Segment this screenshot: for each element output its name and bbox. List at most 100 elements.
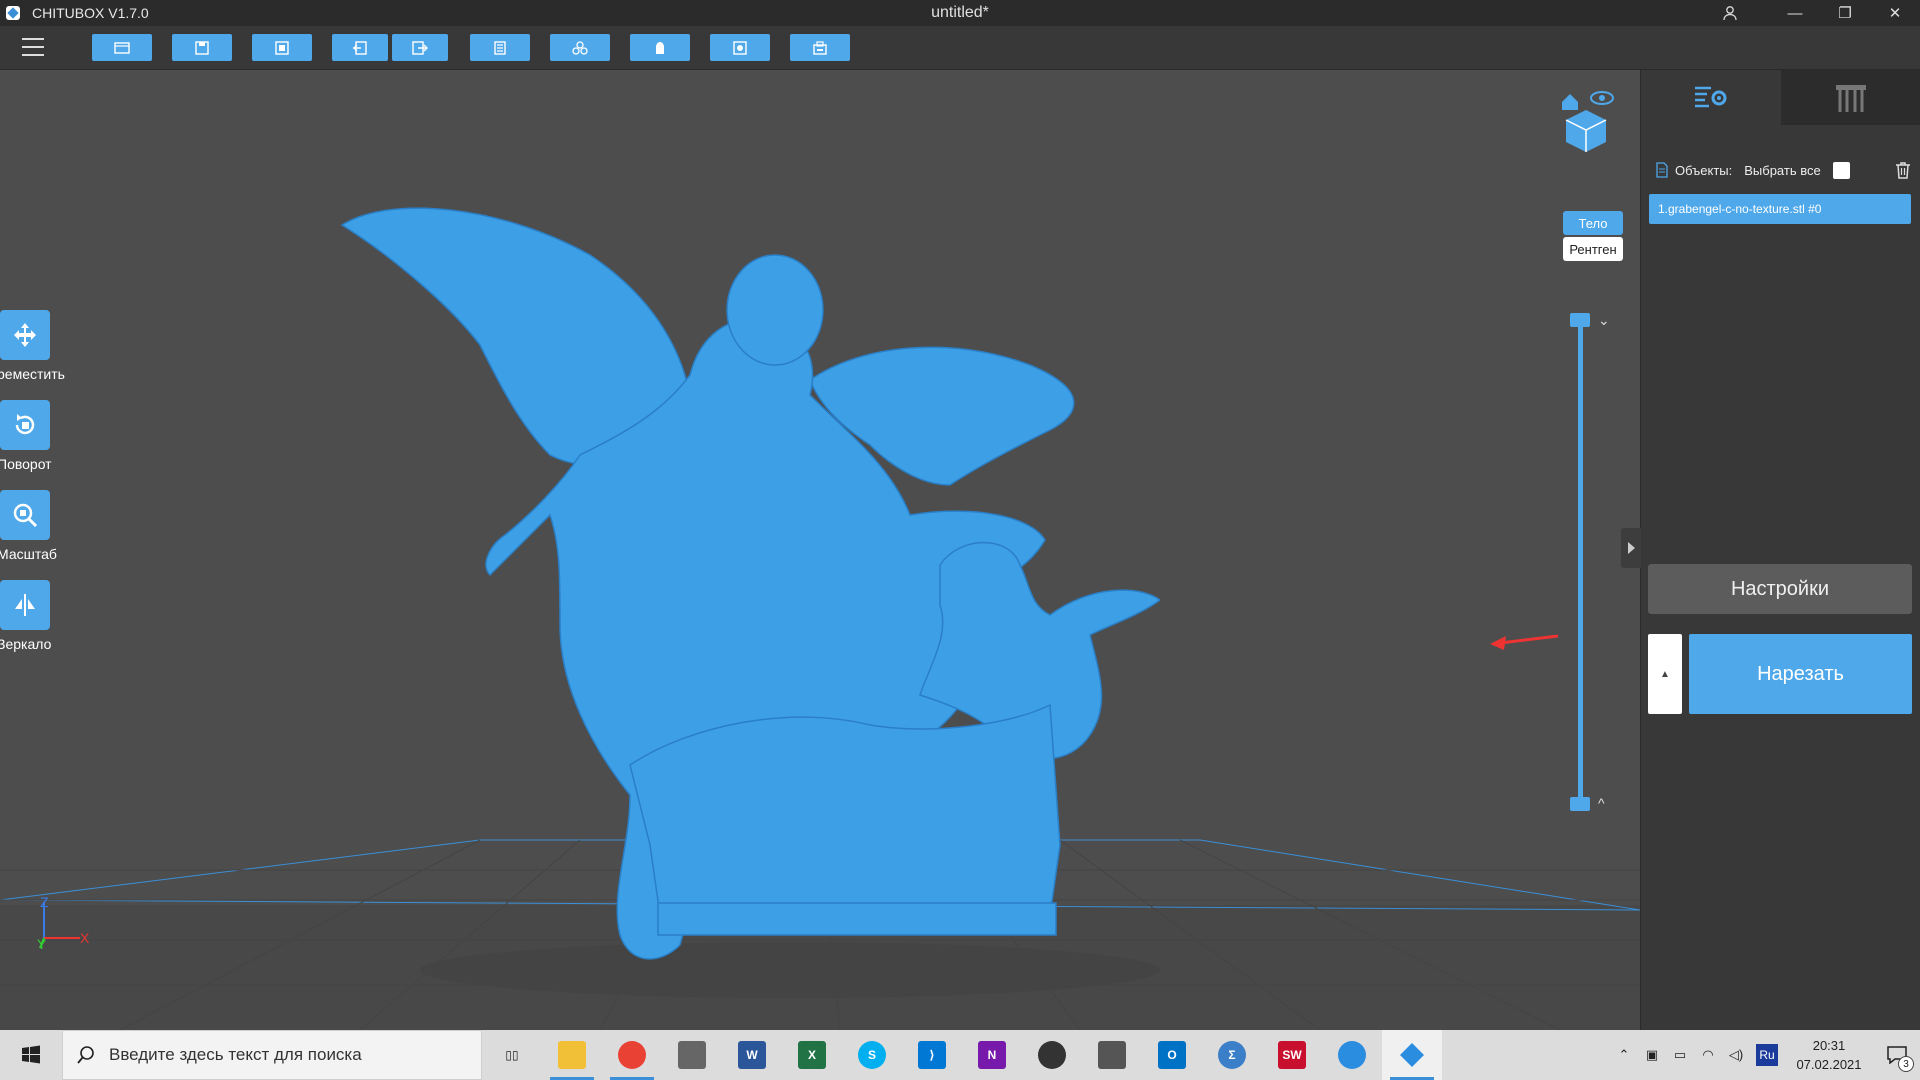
move-tool-label: реместить <box>0 366 65 382</box>
chitubox-taskbar-icon[interactable] <box>1382 1030 1442 1080</box>
taskbar-search[interactable]: Введите здесь текст для поиска <box>62 1030 482 1080</box>
media-player-icon[interactable] <box>1022 1030 1082 1080</box>
chevron-down-icon[interactable]: ⌄ <box>1598 312 1610 329</box>
vscode-icon[interactable]: ⟩ <box>902 1030 962 1080</box>
auto-layout-button[interactable] <box>252 34 312 61</box>
punch-hole-icon <box>733 40 747 55</box>
notifications-button[interactable]: 3 <box>1874 1030 1920 1080</box>
scale-tool-label: Масштаб <box>0 546 57 562</box>
language-indicator[interactable]: Ru <box>1756 1044 1778 1066</box>
document-icon <box>1656 162 1668 178</box>
right-panel: Объекты: Выбрать все 1.grabengel-c-no-te… <box>1621 70 1920 1030</box>
red-arrow-annotation <box>1490 634 1559 650</box>
slicer-app-icon[interactable] <box>1322 1030 1382 1080</box>
search-placeholder: Введите здесь текст для поиска <box>109 1045 362 1064</box>
windows-logo-icon <box>22 1045 40 1064</box>
minimize-button[interactable]: — <box>1770 0 1820 26</box>
save-icon <box>195 40 209 55</box>
trash-icon[interactable] <box>1895 161 1911 179</box>
multiply-button[interactable] <box>550 34 610 61</box>
export-button[interactable] <box>392 34 448 61</box>
app-title: CHITUBOX V1.7.0 <box>32 5 149 21</box>
view-mode-xray-button[interactable]: Рентген <box>1563 237 1623 261</box>
main-toolbar <box>0 26 1920 70</box>
export-icon <box>412 40 428 55</box>
tab-supports[interactable] <box>1781 70 1920 125</box>
layer-slider-top-handle[interactable] <box>1570 313 1590 327</box>
move-icon[interactable] <box>0 310 50 360</box>
import-button[interactable] <box>332 34 388 61</box>
solidworks-icon[interactable]: SW <box>1262 1030 1322 1080</box>
multiply-icon <box>572 40 588 55</box>
view-mode-body-button[interactable]: Тело <box>1563 211 1623 235</box>
select-all-checkbox[interactable] <box>1832 161 1850 179</box>
print-button[interactable] <box>790 34 850 61</box>
move-tool[interactable]: реместить <box>0 310 80 382</box>
volume-icon[interactable]: ◁) <box>1722 1030 1750 1080</box>
print-icon <box>813 40 827 55</box>
3d-model-angel-statue[interactable] <box>330 145 1160 1030</box>
chitubox-logo-icon <box>6 6 20 20</box>
copy-button[interactable] <box>470 34 530 61</box>
file-explorer-icon[interactable] <box>542 1030 602 1080</box>
objects-label: Объекты: <box>1675 162 1733 178</box>
outlook-icon[interactable]: O <box>1142 1030 1202 1080</box>
rotate-icon[interactable] <box>0 400 50 450</box>
notification-count: 3 <box>1898 1056 1914 1072</box>
scale-tool[interactable]: Масштаб <box>0 490 80 562</box>
task-view-icon[interactable]: ▯▯ <box>482 1030 542 1080</box>
user-account-icon[interactable] <box>1710 0 1750 26</box>
mirror-tool[interactable]: Зеркало <box>0 580 80 652</box>
scale-icon[interactable] <box>0 490 50 540</box>
save-button[interactable] <box>172 34 232 61</box>
chevron-up-icon[interactable]: ⌃ <box>1610 1030 1638 1080</box>
auto-layout-icon <box>275 40 289 55</box>
slice-options-button[interactable]: ▲ <box>1648 634 1682 714</box>
layer-slider-track[interactable] <box>1578 320 1583 805</box>
excel-icon[interactable]: X <box>782 1030 842 1080</box>
layer-slider-bottom-handle[interactable] <box>1570 797 1590 811</box>
battery-icon[interactable]: ▭ <box>1666 1030 1694 1080</box>
wifi-icon[interactable]: ◠ <box>1694 1030 1722 1080</box>
start-button[interactable] <box>0 1030 62 1080</box>
chrome-icon[interactable] <box>602 1030 662 1080</box>
system-tray: ⌃ ▣ ▭ ◠ ◁) Ru 20:31 07.02.2021 3 <box>1610 1030 1920 1080</box>
tab-settings[interactable] <box>1641 70 1781 125</box>
onenote-icon[interactable]: N <box>962 1030 1022 1080</box>
mirror-icon[interactable] <box>0 580 50 630</box>
close-button[interactable]: ✕ <box>1870 0 1920 26</box>
word-icon[interactable]: W <box>722 1030 782 1080</box>
slice-button[interactable]: Нарезать <box>1689 634 1912 714</box>
settings-button[interactable]: Настройки <box>1648 564 1912 614</box>
mirror-tool-label: Зеркало <box>0 636 52 652</box>
object-list-item[interactable]: 1.grabengel-c-no-texture.stl #0 <box>1649 194 1911 224</box>
import-icon <box>353 40 367 55</box>
3d-box-icon[interactable] <box>1082 1030 1142 1080</box>
maximize-button[interactable]: ❐ <box>1820 0 1870 26</box>
objects-header: Объекты: Выбрать все <box>1655 160 1911 180</box>
list-settings-icon <box>1695 86 1727 107</box>
collapse-panel-button[interactable] <box>1621 528 1641 568</box>
title-bar: CHITUBOX V1.7.0 untitled* — ❐ ✕ <box>0 0 1920 26</box>
supports-icon <box>1836 84 1866 112</box>
hollow-icon <box>656 41 664 54</box>
clock[interactable]: 20:31 07.02.2021 <box>1784 1036 1874 1074</box>
open-file-button[interactable] <box>92 34 152 61</box>
rotate-tool[interactable]: Поворот <box>0 400 80 472</box>
menu-icon[interactable] <box>22 38 44 56</box>
clock-time: 20:31 <box>1812 1038 1846 1053</box>
view-cube-icon[interactable] <box>1558 88 1614 154</box>
axis-y-label: Y <box>37 936 47 952</box>
math-app-icon[interactable]: Σ <box>1202 1030 1262 1080</box>
hollow-button[interactable] <box>630 34 690 61</box>
device-icon[interactable]: ▣ <box>1638 1030 1666 1080</box>
skype-icon[interactable]: S <box>842 1030 902 1080</box>
punch-hole-button[interactable] <box>710 34 770 61</box>
axis-z-label: Z <box>40 894 49 910</box>
select-all-label: Выбрать все <box>1744 162 1821 178</box>
rotate-tool-label: Поворот <box>0 456 52 472</box>
3d-viewport[interactable]: Z Y X <box>0 70 1640 1030</box>
chevron-up-icon[interactable]: ^ <box>1598 795 1605 811</box>
calculator-icon[interactable] <box>662 1030 722 1080</box>
copy-icon <box>494 40 506 55</box>
